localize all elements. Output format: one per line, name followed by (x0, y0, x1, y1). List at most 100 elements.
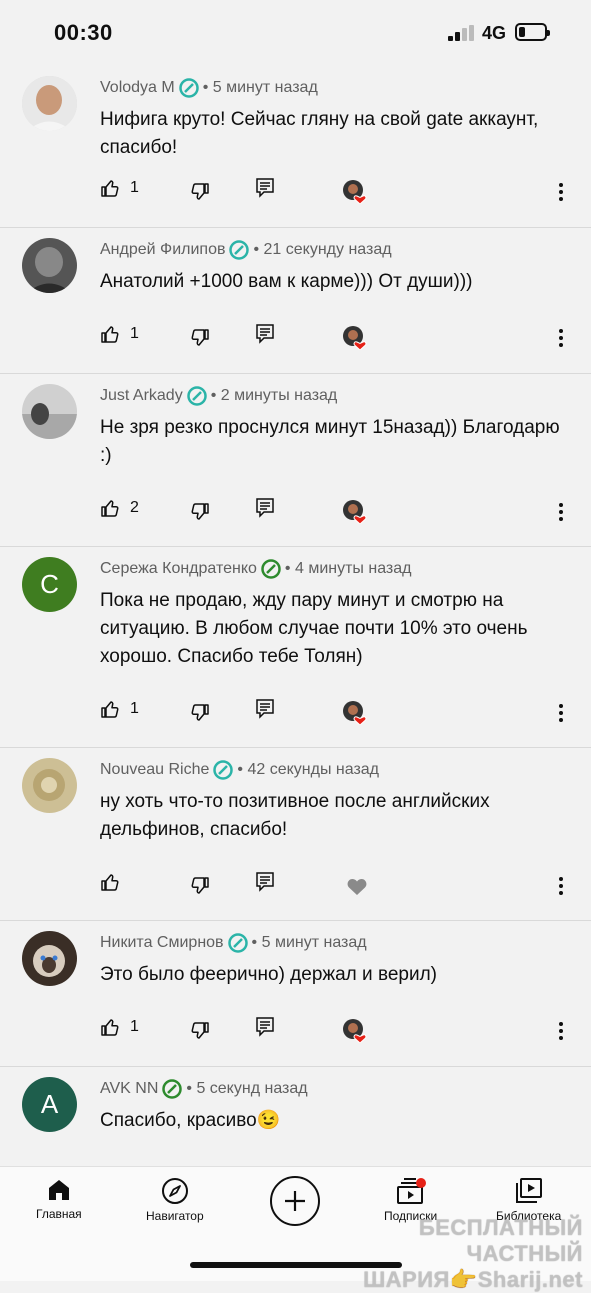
comment-author[interactable]: Андрей Филипов (100, 241, 225, 259)
dislike-button[interactable] (190, 876, 210, 896)
nav-home-label: Главная (36, 1207, 82, 1221)
comment-header: Volodya M • 5 минут назад (100, 78, 318, 98)
like-button[interactable]: 1 (100, 699, 139, 719)
creator-heart-icon (343, 326, 367, 350)
reply-icon (256, 872, 274, 892)
watermark-line1: БЕСПЛАТНЫЙ ЧАСТНЫЙ (418, 1215, 583, 1266)
avatar[interactable] (22, 76, 77, 131)
comment-actions: 1 (0, 1017, 591, 1047)
dislike-button[interactable] (190, 1021, 210, 1041)
comment-time: 21 секунду назад (263, 241, 392, 258)
more-options-icon[interactable] (558, 703, 564, 723)
like-count: 2 (130, 499, 139, 516)
comment-item: A AVK NN • 5 секунд назад Спасибо, краси… (0, 1067, 591, 1177)
comment-text: Анатолий +1000 вам к карме))) От души))) (100, 271, 473, 292)
like-button[interactable]: 1 (100, 1017, 139, 1037)
like-button[interactable]: 1 (100, 178, 139, 198)
compass-icon (161, 1178, 188, 1204)
avatar[interactable] (22, 758, 77, 813)
comment-author[interactable]: Сережа Кондратенко (100, 560, 257, 578)
comment-text: Нифига круто! Сейчас гляну на свой gate … (100, 109, 539, 158)
avatar[interactable]: A (22, 1077, 77, 1132)
avatar[interactable] (22, 238, 77, 293)
comment-text: ну хоть что-то позитивное после английск… (100, 791, 490, 840)
like-count: 1 (130, 325, 139, 342)
comment-author[interactable]: AVK NN (100, 1080, 158, 1098)
home-indicator (190, 1262, 402, 1268)
dislike-button[interactable] (190, 703, 210, 723)
battery-icon (515, 23, 550, 41)
comment-author[interactable]: Никита Смирнов (100, 934, 224, 952)
more-options-icon[interactable] (558, 182, 564, 202)
comment-author[interactable]: Just Arkady (100, 387, 183, 405)
home-icon (48, 1180, 69, 1200)
comment-author[interactable]: Volodya M (100, 79, 175, 97)
thumb-up-icon (101, 500, 119, 517)
avatar[interactable] (22, 384, 77, 439)
avatar[interactable]: C (22, 557, 77, 612)
comment-header: Just Arkady • 2 минуты назад (100, 386, 338, 406)
thumb-up-icon (101, 874, 119, 891)
reply-icon (256, 699, 274, 719)
comment-list[interactable]: Volodya M • 5 минут назад Нифига круто! … (0, 66, 591, 1177)
avatar[interactable] (22, 931, 77, 986)
watermark: БЕСПЛАТНЫЙ ЧАСТНЫЙ ШАРИЯ👉Sharij.net (358, 1215, 583, 1293)
thumb-up-icon (101, 1019, 119, 1036)
plus-icon (285, 1191, 305, 1211)
comment-header: AVK NN • 5 секунд назад (100, 1079, 308, 1099)
dislike-button[interactable] (190, 328, 210, 348)
comment-time: 5 минут назад (261, 934, 367, 951)
thumb-up-icon (101, 701, 119, 718)
thumb-up-icon (101, 326, 119, 343)
verified-badge-icon (227, 933, 248, 953)
reply-icon (256, 498, 274, 518)
comment-author[interactable]: Nouveau Riche (100, 761, 209, 779)
comment-item: C Сережа Кондратенко • 4 минуты назад По… (0, 547, 591, 748)
creator-heart-icon (343, 701, 367, 725)
nav-home[interactable]: Главная (36, 1177, 82, 1221)
reply-button[interactable] (256, 498, 274, 518)
comment-header: Андрей Филипов • 21 секунду назад (100, 240, 392, 260)
thumb-down-icon (191, 503, 209, 520)
verified-badge-icon (178, 78, 199, 98)
like-button[interactable]: 2 (100, 498, 139, 518)
more-options-icon[interactable] (558, 1021, 564, 1041)
comment-time: 2 минуты назад (220, 387, 338, 404)
comment-item: Андрей Филипов • 21 секунду назад Анатол… (0, 228, 591, 374)
like-count: 1 (130, 179, 139, 196)
network-type: 4G (482, 23, 507, 43)
verified-badge-icon (229, 240, 250, 260)
heart-icon[interactable] (345, 874, 369, 898)
comment-item: Никита Смирнов • 5 минут назад Это было … (0, 921, 591, 1067)
more-options-icon[interactable] (558, 328, 564, 348)
comment-text: Пока не продаю, жду пару минут и смотрю … (100, 590, 528, 667)
reply-button[interactable] (256, 872, 274, 892)
status-bar: 00:30 4G (0, 0, 591, 66)
more-options-icon[interactable] (558, 876, 564, 896)
comment-header: Никита Смирнов • 5 минут назад (100, 933, 367, 953)
reply-button[interactable] (256, 178, 274, 198)
more-options-icon[interactable] (558, 502, 564, 522)
reply-button[interactable] (256, 324, 274, 344)
comment-header: Сережа Кондратенко • 4 минуты назад (100, 559, 412, 579)
nav-explore[interactable]: Навигатор (146, 1177, 204, 1223)
comment-actions: 1 (0, 178, 591, 208)
like-count: 1 (130, 700, 139, 717)
status-time: 00:30 (54, 20, 113, 45)
thumb-down-icon (191, 704, 209, 721)
verified-badge-icon (213, 760, 234, 780)
like-button[interactable]: 1 (100, 324, 139, 344)
reply-icon (256, 178, 274, 198)
reply-button[interactable] (256, 1017, 274, 1037)
comment-item: Just Arkady • 2 минуты назад Не зря резк… (0, 374, 591, 547)
reply-button[interactable] (256, 699, 274, 719)
comment-actions: 2 (0, 498, 591, 528)
like-button[interactable] (100, 872, 130, 892)
create-button[interactable] (270, 1176, 320, 1226)
signal-icon (448, 25, 474, 41)
thumb-up-icon (101, 180, 119, 197)
creator-heart-icon (343, 180, 367, 204)
dislike-button[interactable] (190, 502, 210, 522)
comment-time: 5 минут назад (212, 79, 318, 96)
dislike-button[interactable] (190, 182, 210, 202)
